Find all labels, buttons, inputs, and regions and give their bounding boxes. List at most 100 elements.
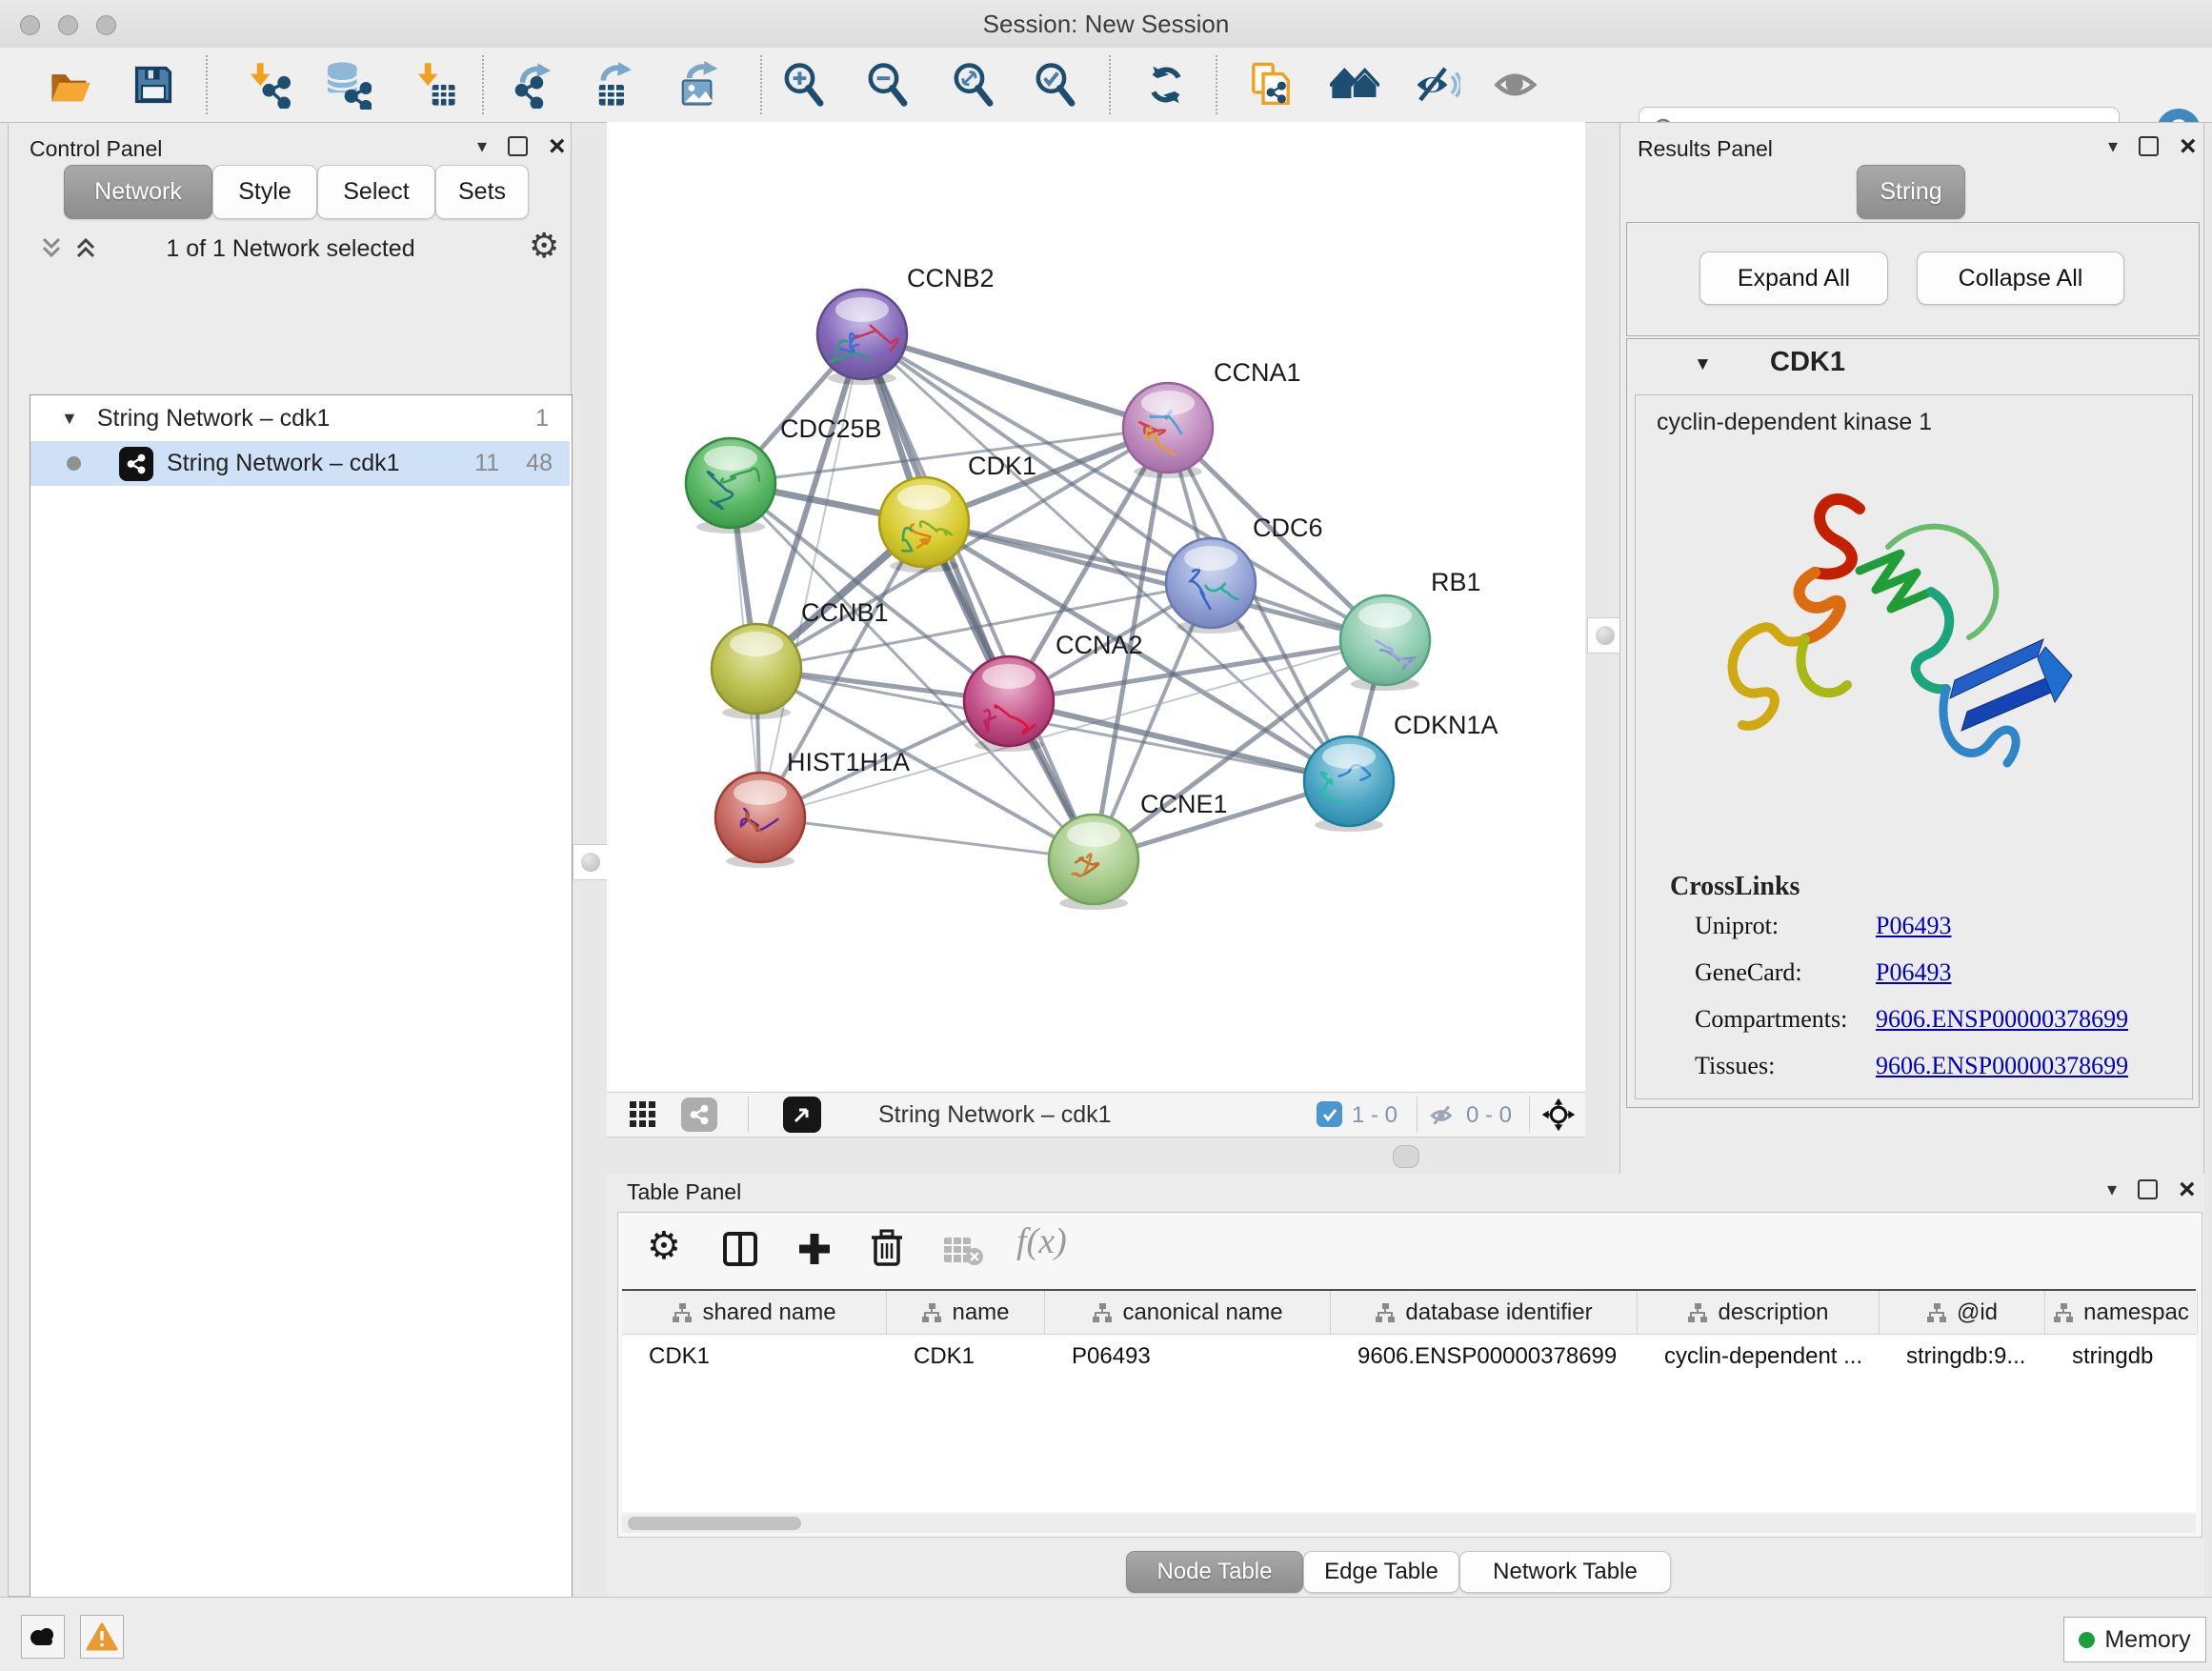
horizontal-splitter-handle[interactable] xyxy=(1393,1145,1419,1168)
float-panel-icon[interactable]: ▾ xyxy=(477,134,487,158)
crosslink-value-link[interactable]: P06493 xyxy=(1876,912,1951,940)
network-edges[interactable] xyxy=(731,334,1385,859)
collapse-section-icon[interactable]: ▼ xyxy=(1694,354,1712,375)
tab-string[interactable]: String xyxy=(1857,165,1965,219)
refresh-icon xyxy=(1143,62,1189,108)
zoom-out-button[interactable] xyxy=(863,60,913,110)
crosslink-value-link[interactable]: P06493 xyxy=(1876,1098,1951,1099)
clone-network-button[interactable] xyxy=(1246,60,1296,110)
crosslink-label: Compartments: xyxy=(1695,1005,1876,1034)
maximize-panel-icon[interactable] xyxy=(2138,1179,2158,1199)
right-splitter-handle[interactable] xyxy=(1587,617,1623,654)
network-options-gear-icon[interactable]: ⚙ xyxy=(529,226,559,266)
network-node-CDKN1A[interactable] xyxy=(1304,736,1394,832)
table-horizontal-scrollbar[interactable] xyxy=(622,1514,2196,1533)
table-row[interactable]: CDK1CDK1P064939606.ENSP00000378699cyclin… xyxy=(622,1335,2196,1379)
refresh-button[interactable] xyxy=(1141,60,1191,110)
hide-selected-button[interactable] xyxy=(1412,60,1461,110)
birds-eye-view-button[interactable] xyxy=(783,1097,821,1133)
tab-edge-table[interactable]: Edge Table xyxy=(1303,1551,1459,1593)
column-header-canonical-name[interactable]: canonical name xyxy=(1045,1291,1331,1334)
import-network-button[interactable] xyxy=(242,60,292,110)
expand-all-networks-button[interactable] xyxy=(71,233,100,262)
column-header-description[interactable]: description xyxy=(1638,1291,1880,1334)
tab-node-table[interactable]: Node Table xyxy=(1126,1551,1303,1593)
cell[interactable]: CDK1 xyxy=(887,1335,1045,1379)
collection-disclosure-icon[interactable]: ▼ xyxy=(61,409,78,429)
crosslink-value-link[interactable]: 9606.ENSP00000378699 xyxy=(1876,1005,2128,1034)
grid-view-button[interactable] xyxy=(628,1099,658,1130)
column-header-shared-name[interactable]: shared name xyxy=(622,1291,887,1334)
import-table-button[interactable] xyxy=(410,60,459,110)
table-options-gear-icon[interactable]: ⚙ xyxy=(647,1224,681,1268)
scrollbar-thumb[interactable] xyxy=(628,1517,801,1530)
maximize-panel-icon[interactable] xyxy=(508,136,528,156)
show-columns-button[interactable] xyxy=(721,1230,759,1268)
tab-select[interactable]: Select xyxy=(317,165,435,219)
open-session-button[interactable] xyxy=(46,60,95,110)
tab-network[interactable]: Network xyxy=(64,165,212,219)
column-header-name[interactable]: name xyxy=(887,1291,1045,1334)
create-column-button[interactable] xyxy=(795,1230,834,1268)
cloud-status-button[interactable] xyxy=(21,1615,65,1659)
import-network-from-database-button[interactable] xyxy=(322,60,372,110)
network-node-CCNE1[interactable] xyxy=(1049,815,1138,910)
show-all-button[interactable] xyxy=(1492,60,1541,110)
warnings-button[interactable] xyxy=(80,1615,124,1659)
tab-style[interactable]: Style xyxy=(212,165,317,219)
node-table: shared namenamecanonical namedatabase id… xyxy=(622,1289,2196,1512)
network-graph[interactable]: CCNB2CCNA1CDC25BCDK1CDC6RB1CCNB1CCNA2CDK… xyxy=(607,122,1585,1092)
column-header-database-identifier[interactable]: database identifier xyxy=(1331,1291,1638,1334)
cell[interactable]: 9606.ENSP00000378699 xyxy=(1331,1335,1638,1379)
first-neighbors-button[interactable] xyxy=(1330,60,1379,110)
crosslink-label: Uniprot: xyxy=(1695,912,1876,940)
cell[interactable]: stringdb xyxy=(2045,1335,2198,1379)
cell[interactable]: P06493 xyxy=(1045,1335,1331,1379)
crosslink-value-link[interactable]: 9606.ENSP00000378699 xyxy=(1876,1052,2128,1080)
cell[interactable]: stringdb:9... xyxy=(1880,1335,2045,1379)
network-canvas[interactable]: CCNB2CCNA1CDC25BCDK1CDC6RB1CCNB1CCNA2CDK… xyxy=(607,122,1585,1092)
network-collection-row[interactable]: ▼ String Network – cdk1 1 xyxy=(30,396,570,441)
network-node-CDC6[interactable] xyxy=(1166,538,1256,634)
delete-table-icon xyxy=(942,1236,984,1266)
network-node-CCNA1[interactable] xyxy=(1123,383,1213,478)
network-row-selected[interactable]: String Network – cdk1 11 48 xyxy=(30,441,570,486)
expand-all-button[interactable]: Expand All xyxy=(1699,252,1888,305)
network-node-CDK1[interactable] xyxy=(879,477,969,573)
export-image-button[interactable] xyxy=(675,60,725,110)
zoom-in-button[interactable] xyxy=(779,60,829,110)
node-label-CDK1: CDK1 xyxy=(968,452,1036,480)
cell[interactable]: cyclin-dependent ... xyxy=(1638,1335,1880,1379)
tab-sets[interactable]: Sets xyxy=(435,165,529,219)
network-node-RB1[interactable] xyxy=(1340,595,1430,691)
network-node-CDC25B[interactable] xyxy=(686,438,775,534)
zoom-fit-button[interactable] xyxy=(949,60,998,110)
close-panel-icon[interactable]: × xyxy=(2180,138,2197,154)
export-image-icon xyxy=(676,61,724,109)
network-node-CCNB1[interactable] xyxy=(712,624,801,719)
export-network-button[interactable] xyxy=(509,60,558,110)
column-header--id[interactable]: @id xyxy=(1880,1291,2045,1334)
collapse-all-networks-button[interactable] xyxy=(37,233,66,262)
tab-network-table[interactable]: Network Table xyxy=(1459,1551,1671,1593)
float-panel-icon[interactable]: ▾ xyxy=(2108,134,2118,158)
cell[interactable]: CDK1 xyxy=(622,1335,887,1379)
pan-network-button[interactable] xyxy=(1540,1097,1577,1133)
left-splitter-handle[interactable] xyxy=(573,844,609,880)
export-table-button[interactable] xyxy=(592,60,641,110)
collapse-all-button[interactable]: Collapse All xyxy=(1917,252,2124,305)
network-node-HIST1H1A[interactable] xyxy=(715,773,805,868)
float-panel-icon[interactable]: ▾ xyxy=(2107,1178,2117,1201)
maximize-panel-icon[interactable] xyxy=(2139,136,2159,156)
close-panel-icon[interactable]: × xyxy=(2179,1181,2196,1198)
crosslink-label: Tissues: xyxy=(1695,1052,1876,1080)
delete-column-button[interactable] xyxy=(868,1228,906,1268)
network-badge-button[interactable] xyxy=(681,1097,717,1132)
zoom-selected-button[interactable] xyxy=(1031,60,1080,110)
close-panel-icon[interactable]: × xyxy=(549,138,566,154)
selected-checkbox[interactable] xyxy=(1317,1101,1342,1127)
column-header-namespac[interactable]: namespac xyxy=(2045,1291,2198,1334)
save-session-button[interactable] xyxy=(129,60,178,110)
memory-button[interactable]: Memory xyxy=(2063,1617,2206,1662)
crosslink-value-link[interactable]: P06493 xyxy=(1876,958,1951,987)
